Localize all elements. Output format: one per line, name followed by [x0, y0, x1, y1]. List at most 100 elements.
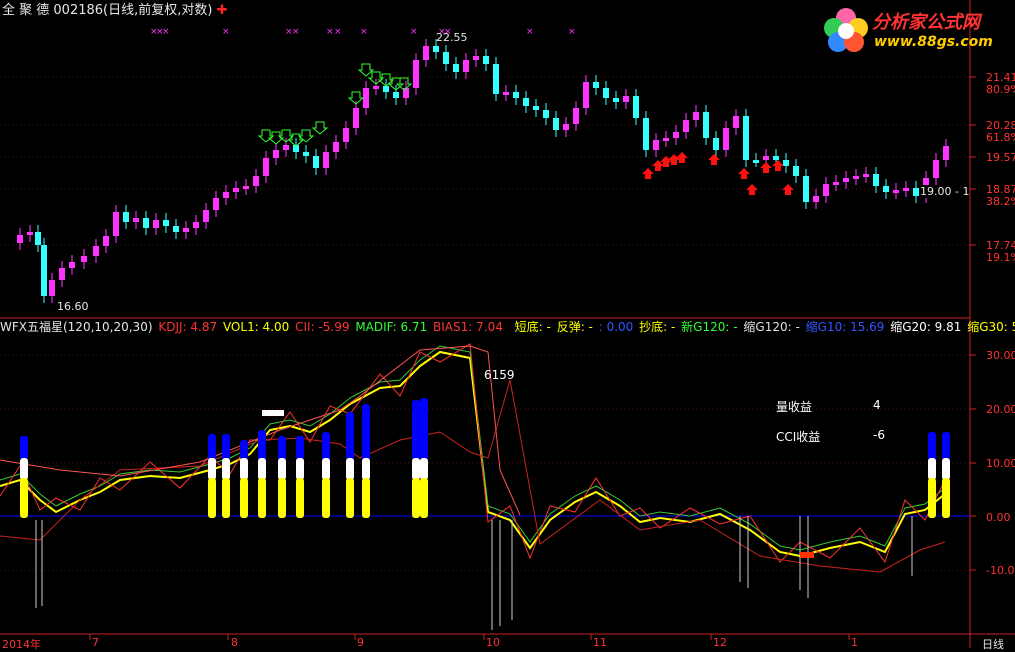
stat1-value: 4 — [873, 398, 881, 412]
brand-name: 分析家公式网 — [872, 12, 980, 33]
candle — [273, 150, 279, 158]
candle — [353, 108, 359, 128]
candle — [483, 56, 489, 64]
time-label: 8 — [231, 636, 238, 649]
ind-vol1: VOL1: 4.00 — [222, 320, 290, 334]
bar-g30 — [420, 478, 428, 518]
bar-g10 — [222, 434, 230, 460]
candle — [443, 52, 449, 64]
bar-g20 — [222, 458, 230, 480]
bar-g10 — [346, 412, 354, 460]
candle — [323, 152, 329, 168]
bar-g20 — [362, 458, 370, 480]
candle — [123, 212, 129, 222]
candle — [93, 246, 99, 256]
bar-g30 — [412, 478, 420, 518]
candle — [463, 60, 469, 72]
bar-g10 — [928, 432, 936, 460]
cross-marker: × — [326, 27, 334, 37]
sell-arrow-icon — [746, 184, 758, 195]
ind-bias1: BIAS1: 7.04 — [433, 320, 503, 334]
price-pct: 80.9% — [986, 83, 1015, 96]
candle — [49, 280, 55, 296]
candle — [653, 140, 659, 150]
bar-g30 — [222, 478, 230, 518]
candle — [513, 92, 519, 98]
bar-g30 — [928, 478, 936, 518]
bar-g20 — [322, 458, 330, 480]
candle — [103, 236, 109, 246]
price-pct: 19.1% — [986, 251, 1015, 264]
ind-suo30: 缩G30: 5.88 — [967, 320, 1015, 334]
candle — [473, 56, 479, 60]
candle — [17, 235, 23, 243]
candle — [663, 138, 669, 141]
bar-g10 — [208, 434, 216, 460]
candle — [69, 262, 75, 268]
candle — [753, 160, 759, 163]
bar-g20 — [20, 458, 28, 480]
candle — [59, 268, 65, 280]
candle — [503, 92, 509, 95]
candle — [803, 176, 809, 202]
candle — [783, 160, 789, 166]
candle — [233, 188, 239, 192]
bar-g10 — [240, 440, 248, 460]
candle — [633, 96, 639, 118]
bar-g30 — [296, 478, 304, 518]
candle — [693, 112, 699, 120]
candle — [363, 88, 369, 108]
candle — [373, 86, 379, 89]
ind-duandi: 短底: - — [514, 320, 551, 334]
cross-marker: × — [334, 27, 342, 37]
candle — [563, 124, 569, 130]
candle — [143, 218, 149, 228]
candle — [453, 64, 459, 72]
white-marker — [262, 410, 284, 416]
ind-fantan: 反弹: - — [556, 320, 593, 334]
ind-axis-label: 20.00 — [986, 403, 1015, 416]
candle — [183, 228, 189, 232]
candle — [623, 96, 629, 102]
candle — [553, 118, 559, 130]
cross-marker: × — [360, 27, 368, 37]
bar-g10 — [258, 430, 266, 460]
candle — [883, 186, 889, 192]
stat2-value: -6 — [873, 428, 885, 442]
candle — [413, 60, 419, 88]
candle — [493, 64, 499, 94]
ind-suo20: 缩G20: 9.81 — [890, 320, 962, 334]
ind-suo120: 缩G120: - — [743, 320, 800, 334]
bar-g20 — [240, 458, 248, 480]
candle — [303, 152, 309, 156]
red-marker — [800, 552, 814, 558]
sell-arrow-icon — [668, 154, 680, 165]
candle — [683, 120, 689, 132]
ind-kdjj: KDJJ: 4.87 — [158, 320, 218, 334]
candle — [163, 220, 169, 226]
candle — [173, 226, 179, 232]
bar-g30 — [278, 478, 286, 518]
bar-g20 — [346, 458, 354, 480]
candle — [713, 138, 719, 150]
candle — [913, 188, 919, 196]
candle — [263, 158, 269, 176]
candle — [873, 174, 879, 186]
bar-g20 — [258, 458, 266, 480]
candle — [703, 112, 709, 138]
candle — [223, 192, 229, 198]
candle — [533, 106, 539, 110]
candle — [203, 210, 209, 222]
bar-g30 — [362, 478, 370, 518]
bar-g30 — [20, 478, 28, 518]
bar-g20 — [208, 458, 216, 480]
time-label: 12 — [713, 636, 727, 649]
ind-axis-label: 10.00 — [986, 457, 1015, 470]
bar-g10 — [322, 432, 330, 460]
bar-g30 — [240, 478, 248, 518]
bar-g20 — [928, 458, 936, 480]
bar-g10 — [278, 436, 286, 460]
bar-g20 — [942, 458, 950, 480]
indicator-name: WFX五福星(120,10,20,30) — [0, 320, 153, 334]
bar-g30 — [258, 478, 266, 518]
